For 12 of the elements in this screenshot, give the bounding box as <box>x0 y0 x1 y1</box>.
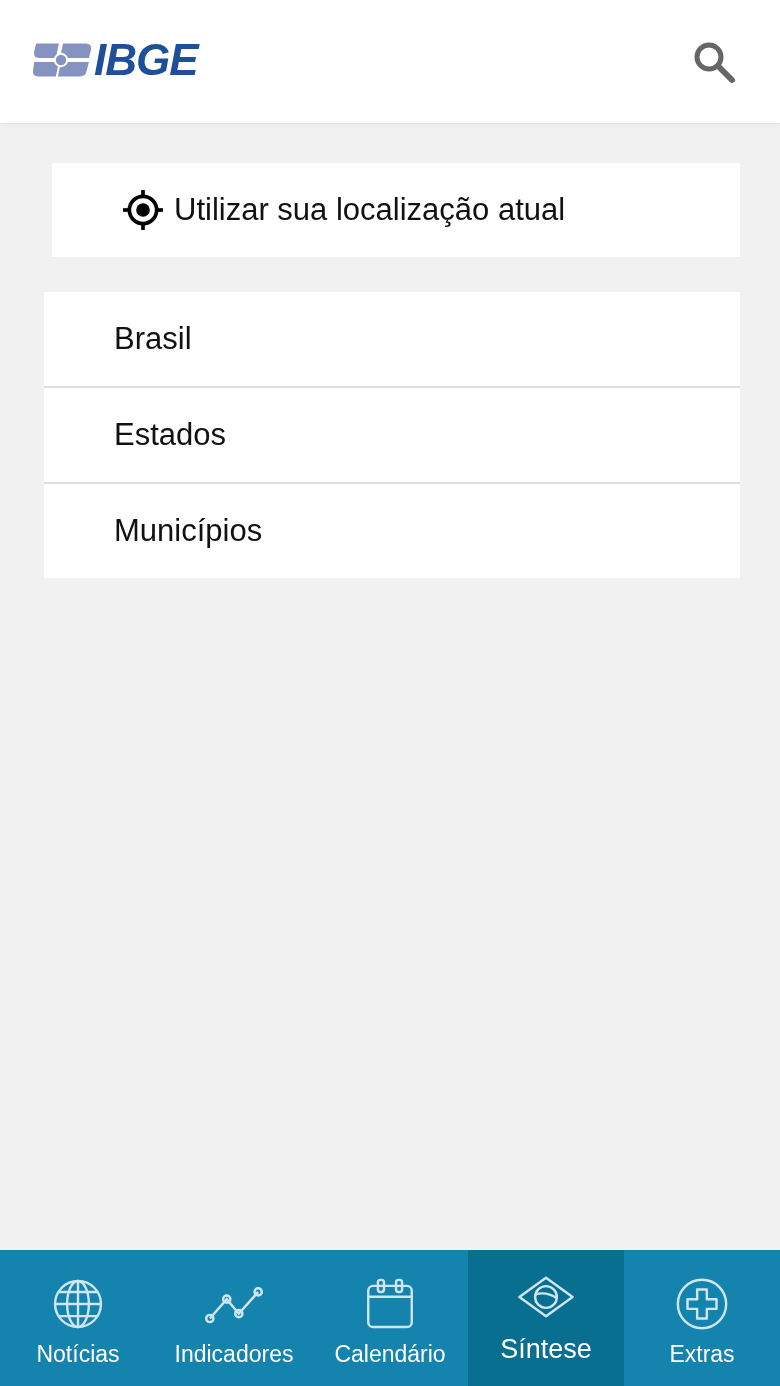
location-button[interactable]: Utilizar sua localização atual <box>52 163 740 257</box>
nav-tab[interactable]: Extras <box>624 1250 780 1386</box>
nav-tab[interactable]: Calendário <box>312 1250 468 1386</box>
nav-tab[interactable]: Notícias <box>0 1250 156 1386</box>
list-item[interactable]: Estados <box>44 388 740 482</box>
list-item[interactable]: Municípios <box>44 484 740 578</box>
logo-icon <box>30 41 92 79</box>
logo-text: IBGE <box>94 35 198 85</box>
nav-tab[interactable]: Indicadores <box>156 1250 312 1386</box>
list-item[interactable]: Brasil <box>44 292 740 386</box>
location-target-icon <box>122 189 164 231</box>
nav-tab[interactable]: Síntese <box>468 1250 624 1386</box>
